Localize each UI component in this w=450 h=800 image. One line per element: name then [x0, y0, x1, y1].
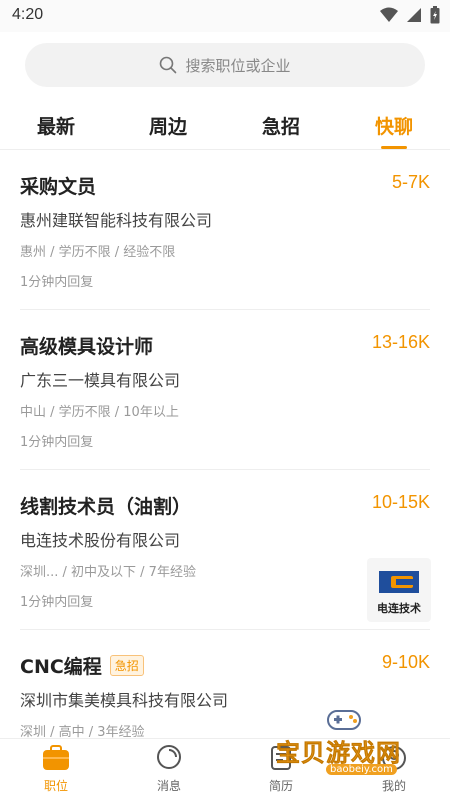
job-card[interactable]: 采购文员 5-7K 惠州建联智能科技有限公司 惠州 / 学历不限 / 经验不限 … — [0, 150, 450, 310]
job-company: 电连技术股份有限公司 — [20, 531, 181, 550]
tab-quick-chat[interactable]: 快聊 — [375, 112, 413, 139]
job-title: 采购文员 — [20, 172, 96, 199]
urgent-badge: 急招 — [109, 655, 144, 676]
job-reply-time: 1分钟内回复 — [20, 275, 94, 290]
battery-icon — [430, 6, 440, 24]
gamepad-icon — [327, 710, 361, 730]
job-salary: 9-10K — [381, 652, 430, 672]
nav-label: 简历 — [268, 779, 293, 793]
tab-urgent[interactable]: 急招 — [262, 112, 300, 139]
job-title: 线割技术员（油割） — [20, 492, 191, 519]
tab-nearby[interactable]: 周边 — [149, 112, 187, 139]
search-placeholder: 搜索职位或企业 — [185, 56, 291, 75]
category-tabs: 最新 周边 急招 快聊 — [0, 100, 450, 150]
nav-label: 我的 — [381, 779, 406, 793]
company-logo-text: 电连技术 — [377, 602, 421, 615]
nav-jobs[interactable]: 职位 — [26, 745, 86, 794]
job-title-text: 线割技术员（油割） — [20, 496, 192, 518]
job-title-text: 高级模具设计师 — [20, 336, 154, 358]
job-company: 惠州建联智能科技有限公司 — [20, 211, 213, 230]
nav-label: 职位 — [43, 779, 68, 793]
job-card[interactable]: 线割技术员（油割） 10-15K 电连技术股份有限公司 深圳... / 初中及以… — [0, 470, 450, 630]
watermark: 宝贝游戏网 baobeiy.com — [274, 705, 424, 775]
status-time: 4:20 — [12, 6, 44, 23]
nav-label: 消息 — [156, 779, 181, 793]
nav-messages[interactable]: 消息 — [139, 745, 199, 794]
status-bar: 4:20 — [0, 0, 450, 32]
search-input[interactable]: 搜索职位或企业 — [25, 43, 425, 87]
job-reply-time: 1分钟内回复 — [20, 435, 94, 450]
job-meta: 深圳... / 初中及以下 / 7年经验 — [20, 565, 196, 580]
job-salary: 5-7K — [391, 172, 430, 192]
wifi-icon — [380, 7, 398, 22]
signal-icon — [407, 8, 421, 22]
job-title-text: 采购文员 — [20, 176, 97, 198]
job-meta: 惠州 / 学历不限 / 经验不限 — [20, 245, 176, 260]
job-title-text: CNC编程 — [20, 656, 102, 678]
active-tab-indicator — [381, 146, 407, 149]
job-salary: 10-15K — [371, 492, 430, 512]
job-title: CNC编程 急招 — [20, 652, 144, 679]
job-reply-time: 1分钟内回复 — [20, 595, 94, 610]
company-logo: 电连技术 — [367, 558, 431, 622]
chat-bubble-icon — [157, 745, 181, 769]
job-meta: 中山 / 学历不限 / 10年以上 — [20, 405, 179, 420]
briefcase-icon — [43, 745, 69, 770]
job-company: 广东三一模具有限公司 — [20, 371, 181, 390]
job-card[interactable]: 高级模具设计师 13-16K 广东三一模具有限公司 中山 / 学历不限 / 10… — [0, 310, 450, 470]
status-icons — [380, 6, 440, 24]
job-title: 高级模具设计师 — [20, 332, 153, 359]
company-logo-mark — [379, 571, 419, 593]
job-salary: 13-16K — [371, 332, 430, 352]
watermark-url: baobeiy.com — [326, 764, 397, 775]
watermark-title: 宝贝游戏网 — [276, 739, 401, 768]
search-icon — [160, 56, 177, 74]
job-company: 深圳市集美模具科技有限公司 — [20, 691, 229, 710]
tab-latest[interactable]: 最新 — [37, 112, 75, 139]
